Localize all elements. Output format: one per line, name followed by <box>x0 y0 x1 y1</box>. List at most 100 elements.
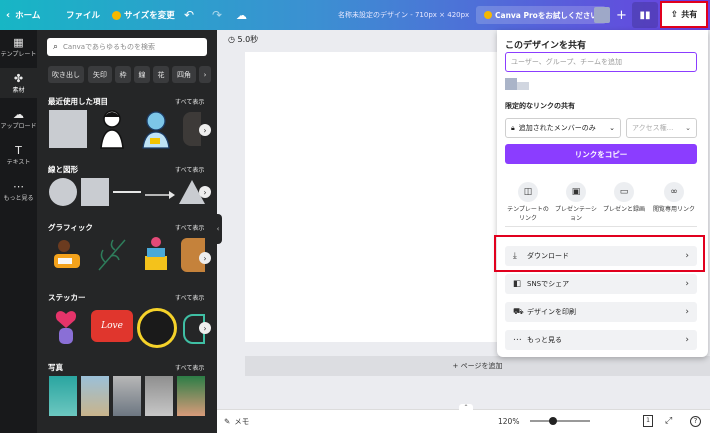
duration-label[interactable]: ◷ 5.0秒 <box>228 34 258 45</box>
photo-thumb[interactable] <box>177 376 205 416</box>
design-page[interactable] <box>245 52 500 342</box>
copy-link-button[interactable]: リンクをコピー <box>505 144 697 164</box>
resize-button[interactable]: サイズを変更 <box>112 0 175 30</box>
template-link-icon: ◫ <box>518 182 538 202</box>
see-all-graphics[interactable]: すべて表示 <box>175 223 204 232</box>
chevron-left-icon: ‹ <box>6 9 11 21</box>
canva-editor: ‹ ホーム ファイル サイズを変更 ↶ ↷ ☁ 名称未設定のデザイン - 710p… <box>0 0 710 433</box>
chip-line[interactable]: 線 <box>134 66 150 83</box>
home-button[interactable]: ‹ ホーム <box>6 0 40 30</box>
upload-icon: ☁ <box>13 108 24 121</box>
notes-button[interactable]: ✎ メモ <box>224 409 249 433</box>
line-shape[interactable] <box>113 191 141 193</box>
section-title-photos: 写真 <box>48 363 63 372</box>
see-all-shapes[interactable]: すべて表示 <box>175 165 204 174</box>
view-link-icon: ∞ <box>664 182 684 202</box>
chevron-down-icon: ⌄ <box>685 124 691 132</box>
help-button[interactable]: ? <box>690 409 701 433</box>
chevron-right-icon[interactable]: › <box>199 66 211 83</box>
rail-item-elements[interactable]: ✤ 素材 <box>0 68 37 98</box>
share-button[interactable]: ⇪ 共有 <box>660 1 708 28</box>
chevron-right-icon[interactable]: › <box>199 124 211 136</box>
chevron-right-icon[interactable]: › <box>199 252 211 264</box>
rail-item-upload[interactable]: ☁ アップロード <box>0 108 37 130</box>
redo-icon[interactable]: ↷ <box>212 0 222 30</box>
chip-frame[interactable]: 枠 <box>115 66 131 83</box>
zoom-slider[interactable] <box>530 420 590 422</box>
bar-chart-icon[interactable]: ▮▮ <box>632 2 658 28</box>
square-shape[interactable] <box>81 178 109 206</box>
chevron-up-icon[interactable]: ⌃ <box>459 404 473 411</box>
ellipsis-icon: ⋯ <box>513 335 522 345</box>
access-dropdown[interactable]: 🔒︎ 追加されたメンバーのみ ⌄ <box>505 118 621 138</box>
chip-square[interactable]: 四角 <box>172 66 196 83</box>
zoom-percent[interactable]: 120% <box>498 409 519 433</box>
photo-thumb[interactable] <box>145 376 173 416</box>
chevron-right-icon: › <box>685 307 689 317</box>
print-design-row[interactable]: ⛟ デザインを印刷 › <box>505 302 697 322</box>
rail-item-template[interactable]: ▦ テンプレート <box>0 36 37 58</box>
elements-panel: ⌕ Canvaであらゆるものを検索 吹き出し 矢印 枠 線 花 四角 › 最近使用… <box>37 30 217 433</box>
avatar <box>505 78 517 90</box>
share-upload-icon: ⇪ <box>670 9 679 20</box>
share-title: このデザインを共有 <box>505 41 587 51</box>
undo-icon[interactable]: ↶ <box>184 0 194 30</box>
circle-shape[interactable] <box>49 178 77 206</box>
avatar[interactable] <box>594 7 610 23</box>
chevron-right-icon[interactable]: › <box>199 186 211 198</box>
sticker-love[interactable]: Love <box>91 310 133 342</box>
recent-avatar-illustration[interactable] <box>139 108 173 150</box>
view-only-link-option[interactable]: ∞ 閲覧専用リンク <box>650 182 698 214</box>
permission-dropdown[interactable]: アクセス権... ⌄ <box>626 118 697 138</box>
chip-arrow[interactable]: 矢印 <box>88 66 112 83</box>
fullscreen-icon[interactable]: ⤢ <box>665 409 672 433</box>
divider <box>505 226 697 227</box>
limited-link-title: 限定的なリンクの共有 <box>505 102 575 110</box>
recent-person-illustration[interactable] <box>95 108 129 150</box>
presentation-option[interactable]: ▣ プレゼンテーション <box>552 182 600 223</box>
photo-thumb[interactable] <box>81 376 109 416</box>
graphic-cake-thumb[interactable] <box>139 234 173 274</box>
sticker-heart-hand[interactable] <box>51 308 81 346</box>
see-all-photos[interactable]: すべて表示 <box>175 363 204 372</box>
search-input[interactable]: ⌕ Canvaであらゆるものを検索 <box>47 38 207 56</box>
rail-item-text[interactable]: T テキスト <box>0 144 37 166</box>
collaborator-avatars <box>505 78 535 92</box>
clock-icon: ◷ <box>228 35 238 44</box>
recent-square-thumb[interactable] <box>49 110 87 148</box>
cloud-icon[interactable]: ☁ <box>236 0 247 30</box>
social-icon: ◧ <box>513 279 522 289</box>
graphic-person-thumb[interactable] <box>49 236 83 274</box>
collapse-panel-handle[interactable]: ‹ <box>214 214 222 244</box>
search-icon: ⌕ <box>53 42 59 52</box>
page-count-button[interactable]: 1 <box>643 409 653 433</box>
sticker-weekend[interactable] <box>137 308 177 348</box>
template-link-option[interactable]: ◫ テンプレートのリンク <box>504 182 552 223</box>
photo-thumb[interactable] <box>49 376 77 416</box>
avatar <box>517 82 529 90</box>
document-title[interactable]: 名称未設定のデザイン - 710px × 420px <box>338 0 469 30</box>
see-all-stickers[interactable]: すべて表示 <box>175 293 204 302</box>
arrow-line-shape[interactable] <box>145 186 175 199</box>
see-all-recent[interactable]: すべて表示 <box>175 97 204 106</box>
chip-speech-bubble[interactable]: 吹き出し <box>48 66 84 83</box>
file-menu[interactable]: ファイル <box>66 0 100 30</box>
lock-icon: 🔒︎ <box>511 123 515 132</box>
zoom-slider-handle[interactable] <box>549 417 557 425</box>
rail-item-more[interactable]: ⋯ もっと見る <box>0 180 37 202</box>
add-page-button[interactable]: + ページを追加 <box>245 356 710 376</box>
section-title-shapes: 線と図形 <box>48 165 78 174</box>
download-highlight <box>494 235 705 272</box>
try-pro-button[interactable]: Canva Proをお試しください <box>476 6 606 24</box>
present-and-record-option[interactable]: ▭ プレゼンと録画 <box>600 182 648 214</box>
invite-input[interactable]: ユーザー、グループ、チームを追加 <box>505 52 697 72</box>
photo-thumb[interactable] <box>113 376 141 416</box>
graphic-leaves-thumb[interactable] <box>95 236 129 274</box>
plus-icon[interactable]: + <box>616 0 627 30</box>
social-share-row[interactable]: ◧ SNSでシェア › <box>505 274 697 294</box>
section-title-stickers: ステッカー <box>48 293 86 302</box>
chip-flower[interactable]: 花 <box>153 66 169 83</box>
template-icon: ▦ <box>13 36 24 49</box>
more-row[interactable]: ⋯ もっと見る › <box>505 330 697 350</box>
chevron-right-icon[interactable]: › <box>199 322 211 334</box>
